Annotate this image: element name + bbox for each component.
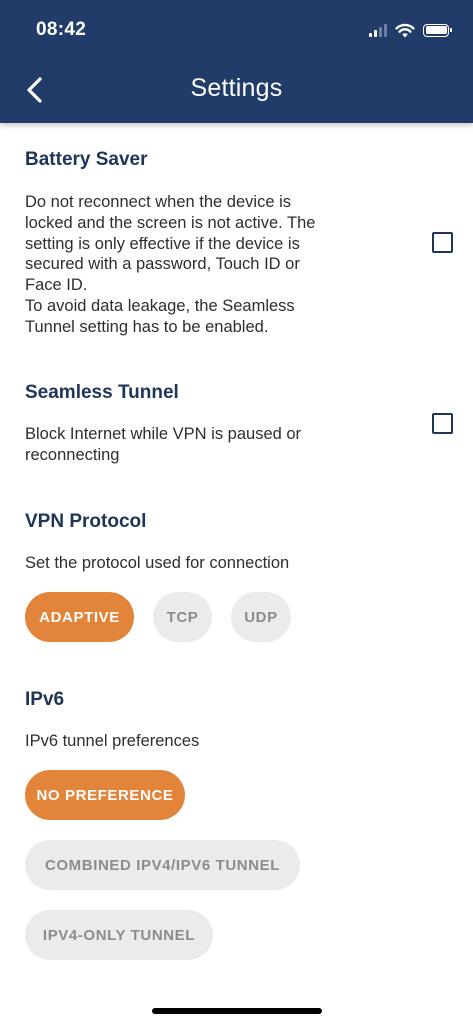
battery-saver-title: Battery Saver xyxy=(25,149,148,170)
seamless-tunnel-checkbox[interactable] xyxy=(432,413,453,434)
ipv6-title: IPv6 xyxy=(25,689,65,710)
ipv6-option-no-preference[interactable]: NO PREFERENCE xyxy=(25,770,185,820)
battery-saver-line: To avoid data leakage, the Seamless xyxy=(25,296,295,315)
battery-saver-checkbox[interactable] xyxy=(432,232,453,253)
page-title: Settings xyxy=(190,74,283,102)
battery-saver-line: Face ID. xyxy=(25,276,88,295)
ipv6-option-combined[interactable]: COMBINED IPV4/IPV6 TUNNEL xyxy=(25,840,300,890)
protocol-option-udp[interactable]: UDP xyxy=(231,592,291,642)
vpn-protocol-title: VPN Protocol xyxy=(25,511,147,532)
battery-saver-description: Do not reconnect when the device is lock… xyxy=(25,192,385,338)
seamless-tunnel-description: Block Internet while VPN is paused or re… xyxy=(25,424,385,466)
protocol-option-tcp[interactable]: TCP xyxy=(153,592,212,642)
cellular-signal-icon xyxy=(369,23,387,37)
battery-saver-line: setting is only effective if the device … xyxy=(25,234,300,253)
ipv6-option-ipv4-only[interactable]: IPV4-ONLY TUNNEL xyxy=(25,910,213,960)
app-header: 08:42 Settings xyxy=(0,0,473,123)
protocol-option-adaptive[interactable]: ADAPTIVE xyxy=(25,592,134,642)
battery-saver-line: Tunnel setting has to be enabled. xyxy=(25,317,269,336)
seamless-tunnel-line: reconnecting xyxy=(25,445,120,464)
battery-saver-line: secured with a password, Touch ID or xyxy=(25,255,300,274)
status-time: 08:42 xyxy=(36,19,87,40)
seamless-tunnel-title: Seamless Tunnel xyxy=(25,382,179,403)
vpn-protocol-description: Set the protocol used for connection xyxy=(25,554,290,572)
ipv6-description: IPv6 tunnel preferences xyxy=(25,732,200,750)
battery-saver-line: Do not reconnect when the device is xyxy=(25,193,291,211)
battery-saver-line: locked and the screen is not active. The xyxy=(25,213,316,232)
battery-icon xyxy=(423,23,452,37)
home-indicator xyxy=(152,1008,322,1014)
wifi-icon xyxy=(395,23,415,37)
seamless-tunnel-line: Block Internet while VPN is paused or xyxy=(25,425,302,443)
status-icons xyxy=(369,20,452,40)
